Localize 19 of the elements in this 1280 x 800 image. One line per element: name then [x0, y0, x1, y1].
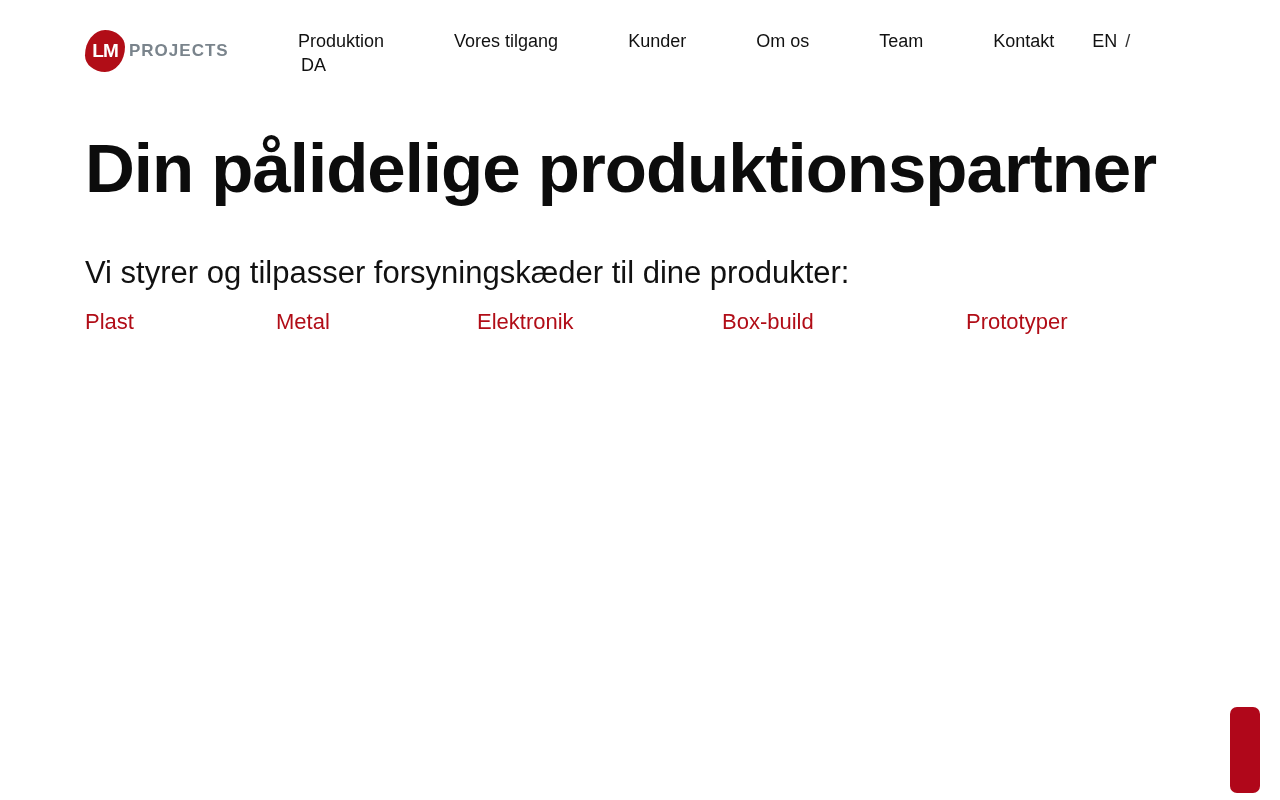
language-separator: /	[1125, 30, 1131, 53]
language-link[interactable]: DA	[301, 55, 326, 75]
nav-link[interactable]: Vores tilgang	[454, 29, 559, 53]
hero-subtitle: Vi styrer og tilpasser forsyningskæder til dine produkter:	[85, 255, 851, 291]
category-link[interactable]: Metal	[276, 309, 477, 335]
hero-title: Din pålidelige produktionspartner	[85, 129, 1158, 209]
category-link[interactable]: Prototyper	[966, 309, 1068, 335]
category-link[interactable]: Elektronik	[477, 309, 722, 335]
side-tab[interactable]	[1230, 707, 1260, 793]
language-link[interactable]: EN	[1092, 29, 1118, 53]
nav-link[interactable]: Kunder	[628, 29, 687, 53]
nav-link[interactable]: Team	[879, 29, 924, 53]
logo-mark[interactable]: LM	[85, 30, 125, 72]
category-link[interactable]: Box-build	[722, 309, 966, 335]
category-link[interactable]: Plast	[85, 309, 276, 335]
nav-link[interactable]: Kontakt	[993, 29, 1055, 53]
nav-link[interactable]: Produktion	[298, 29, 385, 53]
logo-wordmark[interactable]: PROJECTS	[129, 41, 229, 61]
nav-link[interactable]: Om os	[756, 29, 810, 53]
